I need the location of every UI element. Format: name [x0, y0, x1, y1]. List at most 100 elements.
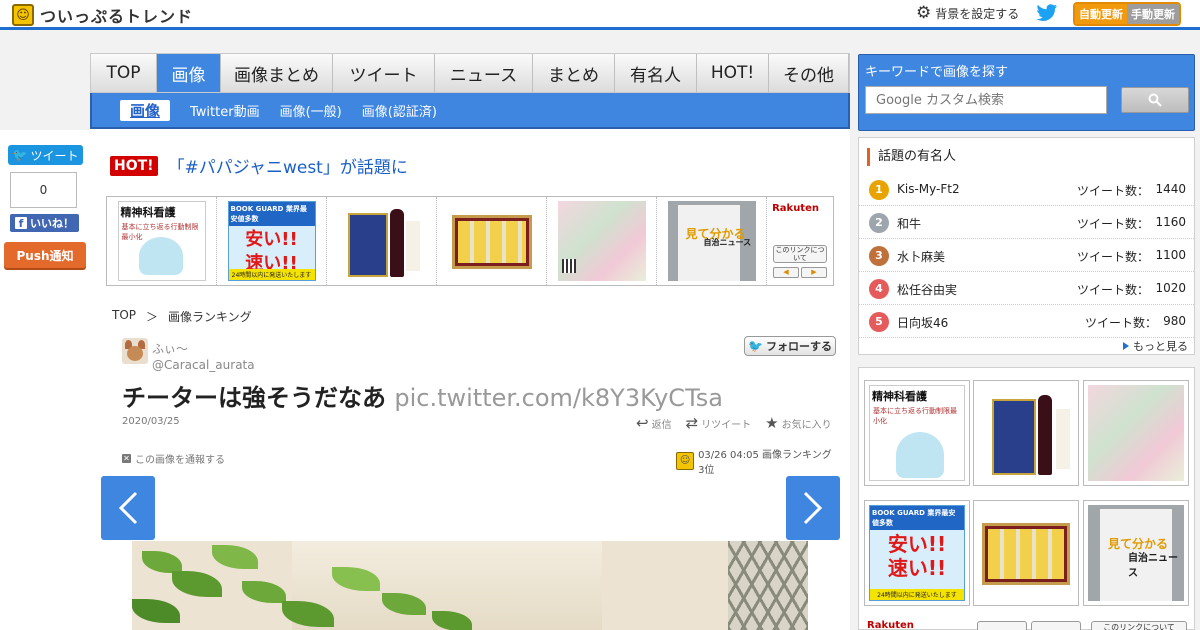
side-ad-item[interactable]: BOOK GUARD 業界最安値多数 安い!! 速い!! 24時間以内に発送いた…	[864, 500, 970, 606]
gift-box-shape	[992, 399, 1036, 475]
subnav-item-images-general[interactable]: 画像(一般)	[280, 101, 342, 120]
twitter-icon[interactable]	[1036, 3, 1058, 23]
hot-topic-link[interactable]: 「#パパジャニwest」が話題に	[168, 153, 408, 178]
qr-code-icon	[561, 259, 576, 273]
rakuten-logo[interactable]: Rakuten	[867, 620, 914, 630]
celebrity-row[interactable]: 4 松任谷由実 ツイート数： 1020	[859, 273, 1194, 305]
bookguard-image: BOOK GUARD 業界最安値多数 安い!! 速い!! 24時間以内に発送いた…	[869, 505, 965, 601]
side-ad-item[interactable]: 見て分かる 自治ニュース	[1083, 500, 1189, 606]
nav-tab[interactable]: 有名人	[615, 54, 697, 92]
tweet-button[interactable]: 🐦 ツイート	[8, 145, 83, 165]
breadcrumb-current[interactable]: 画像ランキング	[168, 308, 252, 325]
tweet-photo[interactable]	[132, 541, 808, 630]
celebrity-name[interactable]: 松任谷由実	[897, 281, 957, 298]
celebrity-row[interactable]: 1 Kis-My-Ft2 ツイート数： 1440	[859, 174, 1194, 206]
more-link[interactable]: もっと見る	[1123, 338, 1188, 354]
side-info-button[interactable]: このリンクについて	[1091, 621, 1187, 630]
leaf-shape	[132, 599, 180, 623]
nav-tab[interactable]: 画像まとめ	[221, 54, 333, 92]
celebrity-row[interactable]: 5 日向坂46 ツイート数： 980	[859, 306, 1194, 338]
side-ad-item[interactable]: 精神科看護 基本に立ち返る行動制限最小化	[864, 380, 970, 486]
user-handle[interactable]: @Caracal_aurata	[152, 358, 255, 372]
hot-badge: HOT!	[110, 155, 158, 176]
breadcrumb-top[interactable]: TOP	[112, 308, 136, 325]
book-cover-image: 精神科看護 基本に立ち返る行動制限最小化	[117, 201, 206, 281]
tweet-count: 1160	[1155, 215, 1186, 229]
side-next-icon[interactable]	[1031, 621, 1081, 630]
hot-topic: HOT! 「#パパジャニwest」が話題に	[110, 153, 408, 178]
subnav-item-images-verified[interactable]: 画像(認証済)	[362, 101, 437, 120]
celebrity-name[interactable]: Kis-My-Ft2	[897, 182, 960, 196]
food-gift-image	[447, 201, 536, 281]
nav-tab[interactable]: 画像	[157, 54, 221, 92]
breadcrumb: TOP ＞ 画像ランキング	[112, 308, 252, 325]
side-ad-item[interactable]	[973, 500, 1079, 606]
celebrity-name[interactable]: 日向坂46	[897, 314, 948, 331]
side-ad-item[interactable]	[1083, 380, 1189, 486]
celebrity-name[interactable]: 和牛	[897, 215, 921, 232]
side-prev-icon[interactable]	[977, 621, 1027, 630]
follow-button[interactable]: 🐦 フォローする	[744, 336, 836, 356]
avatar[interactable]	[122, 338, 148, 364]
nav-tab[interactable]: TOP	[91, 54, 157, 92]
subnav-item-twitter-video[interactable]: Twitter動画	[190, 101, 260, 120]
facebook-icon: f	[15, 217, 27, 230]
ad-item[interactable]: BOOK GUARD 業界最安値多数 安い!! 速い!! 24時間以内に発送いた…	[217, 197, 327, 285]
side-ad-grid: 精神科看護 基本に立ち返る行動制限最小化 BOOK GUARD 業界最安値多数 …	[858, 367, 1195, 630]
reply-action[interactable]: ↩ 返信	[636, 414, 672, 432]
push-notification-button[interactable]: Push通知	[4, 242, 86, 268]
celebrity-name[interactable]: 水卜麻美	[897, 248, 945, 265]
celebrity-row[interactable]: 3 水卜麻美 ツイート数： 1100	[859, 240, 1194, 272]
bg-setting-label: 背景を設定する	[935, 7, 1020, 21]
nav-tab[interactable]: ツイート	[333, 54, 435, 92]
like-count: 0	[10, 172, 77, 208]
photo-fence	[728, 541, 808, 630]
tweet-count: 1440	[1155, 182, 1186, 196]
nav-tab[interactable]: HOT!	[697, 54, 769, 92]
retweet-action[interactable]: ⇄ リツイート	[686, 414, 752, 432]
ad-item[interactable]	[327, 197, 437, 285]
prev-image-button[interactable]	[101, 476, 155, 540]
rakuten-logo[interactable]: Rakuten	[772, 203, 819, 214]
bg-setting-link[interactable]: ⚙ 背景を設定する	[916, 5, 1019, 22]
tweet-count: 1020	[1155, 281, 1186, 295]
tweet-image-link[interactable]: pic.twitter.com/k8Y3KyCTsa	[394, 384, 723, 412]
search-button[interactable]	[1121, 87, 1189, 113]
bookguard-footer: 24時間以内に発送いたします	[870, 589, 964, 600]
celebrity-row[interactable]: 2 和牛 ツイート数： 1160	[859, 207, 1194, 239]
tweet-count-label: ツイート数：	[1077, 283, 1150, 297]
auto-update-button[interactable]: 自動更新	[1075, 4, 1127, 24]
report-link[interactable]: ✕ この画像を通報する	[122, 451, 225, 466]
side-ad-item[interactable]	[973, 380, 1079, 486]
bookguard-headline-1: 安い!!	[887, 532, 947, 556]
like-button[interactable]: f いいね！	[10, 214, 79, 232]
search-icon	[1148, 93, 1162, 107]
next-image-button[interactable]	[786, 476, 840, 540]
gear-icon: ⚙	[916, 3, 932, 23]
curtain-image	[557, 201, 646, 281]
search-input[interactable]	[865, 86, 1107, 114]
ad-item[interactable]: 精神科看護 基本に立ち返る行動制限最小化	[107, 197, 217, 285]
subnav-item-images[interactable]: 画像	[120, 99, 171, 121]
nav-tab[interactable]: その他	[769, 54, 849, 92]
ad-item[interactable]	[437, 197, 547, 285]
site-logo[interactable]: ☺ ついっぷるトレンド	[12, 3, 193, 27]
avatar-face	[127, 346, 143, 361]
manual-update-button[interactable]: 手動更新	[1127, 4, 1179, 24]
tweet-count-label: ツイート数：	[1085, 316, 1158, 330]
ad-prev-icon[interactable]: ◀	[773, 267, 799, 278]
ad-next-icon[interactable]: ▶	[801, 267, 827, 278]
tweet-date: 2020/03/25	[122, 416, 180, 427]
rank-medal-icon: 3	[869, 246, 889, 266]
leaf-shape	[142, 551, 182, 573]
leaf-shape	[242, 581, 286, 603]
bookguard-header: BOOK GUARD 業界最安値多数	[870, 506, 964, 530]
favorite-action[interactable]: ★ お気に入り	[765, 414, 831, 432]
ad-item[interactable]: 見て分かる 自治ニュース	[657, 197, 767, 285]
nav-tab[interactable]: まとめ	[533, 54, 615, 92]
user-name[interactable]: ふぃ〜	[152, 340, 188, 357]
nav-tab[interactable]: ニュース	[435, 54, 533, 92]
ad-item[interactable]	[547, 197, 657, 285]
ad-info-button[interactable]: このリンクについて	[773, 245, 827, 263]
book-subtitle: 基本に立ち返る行動制限最小化	[873, 407, 957, 425]
